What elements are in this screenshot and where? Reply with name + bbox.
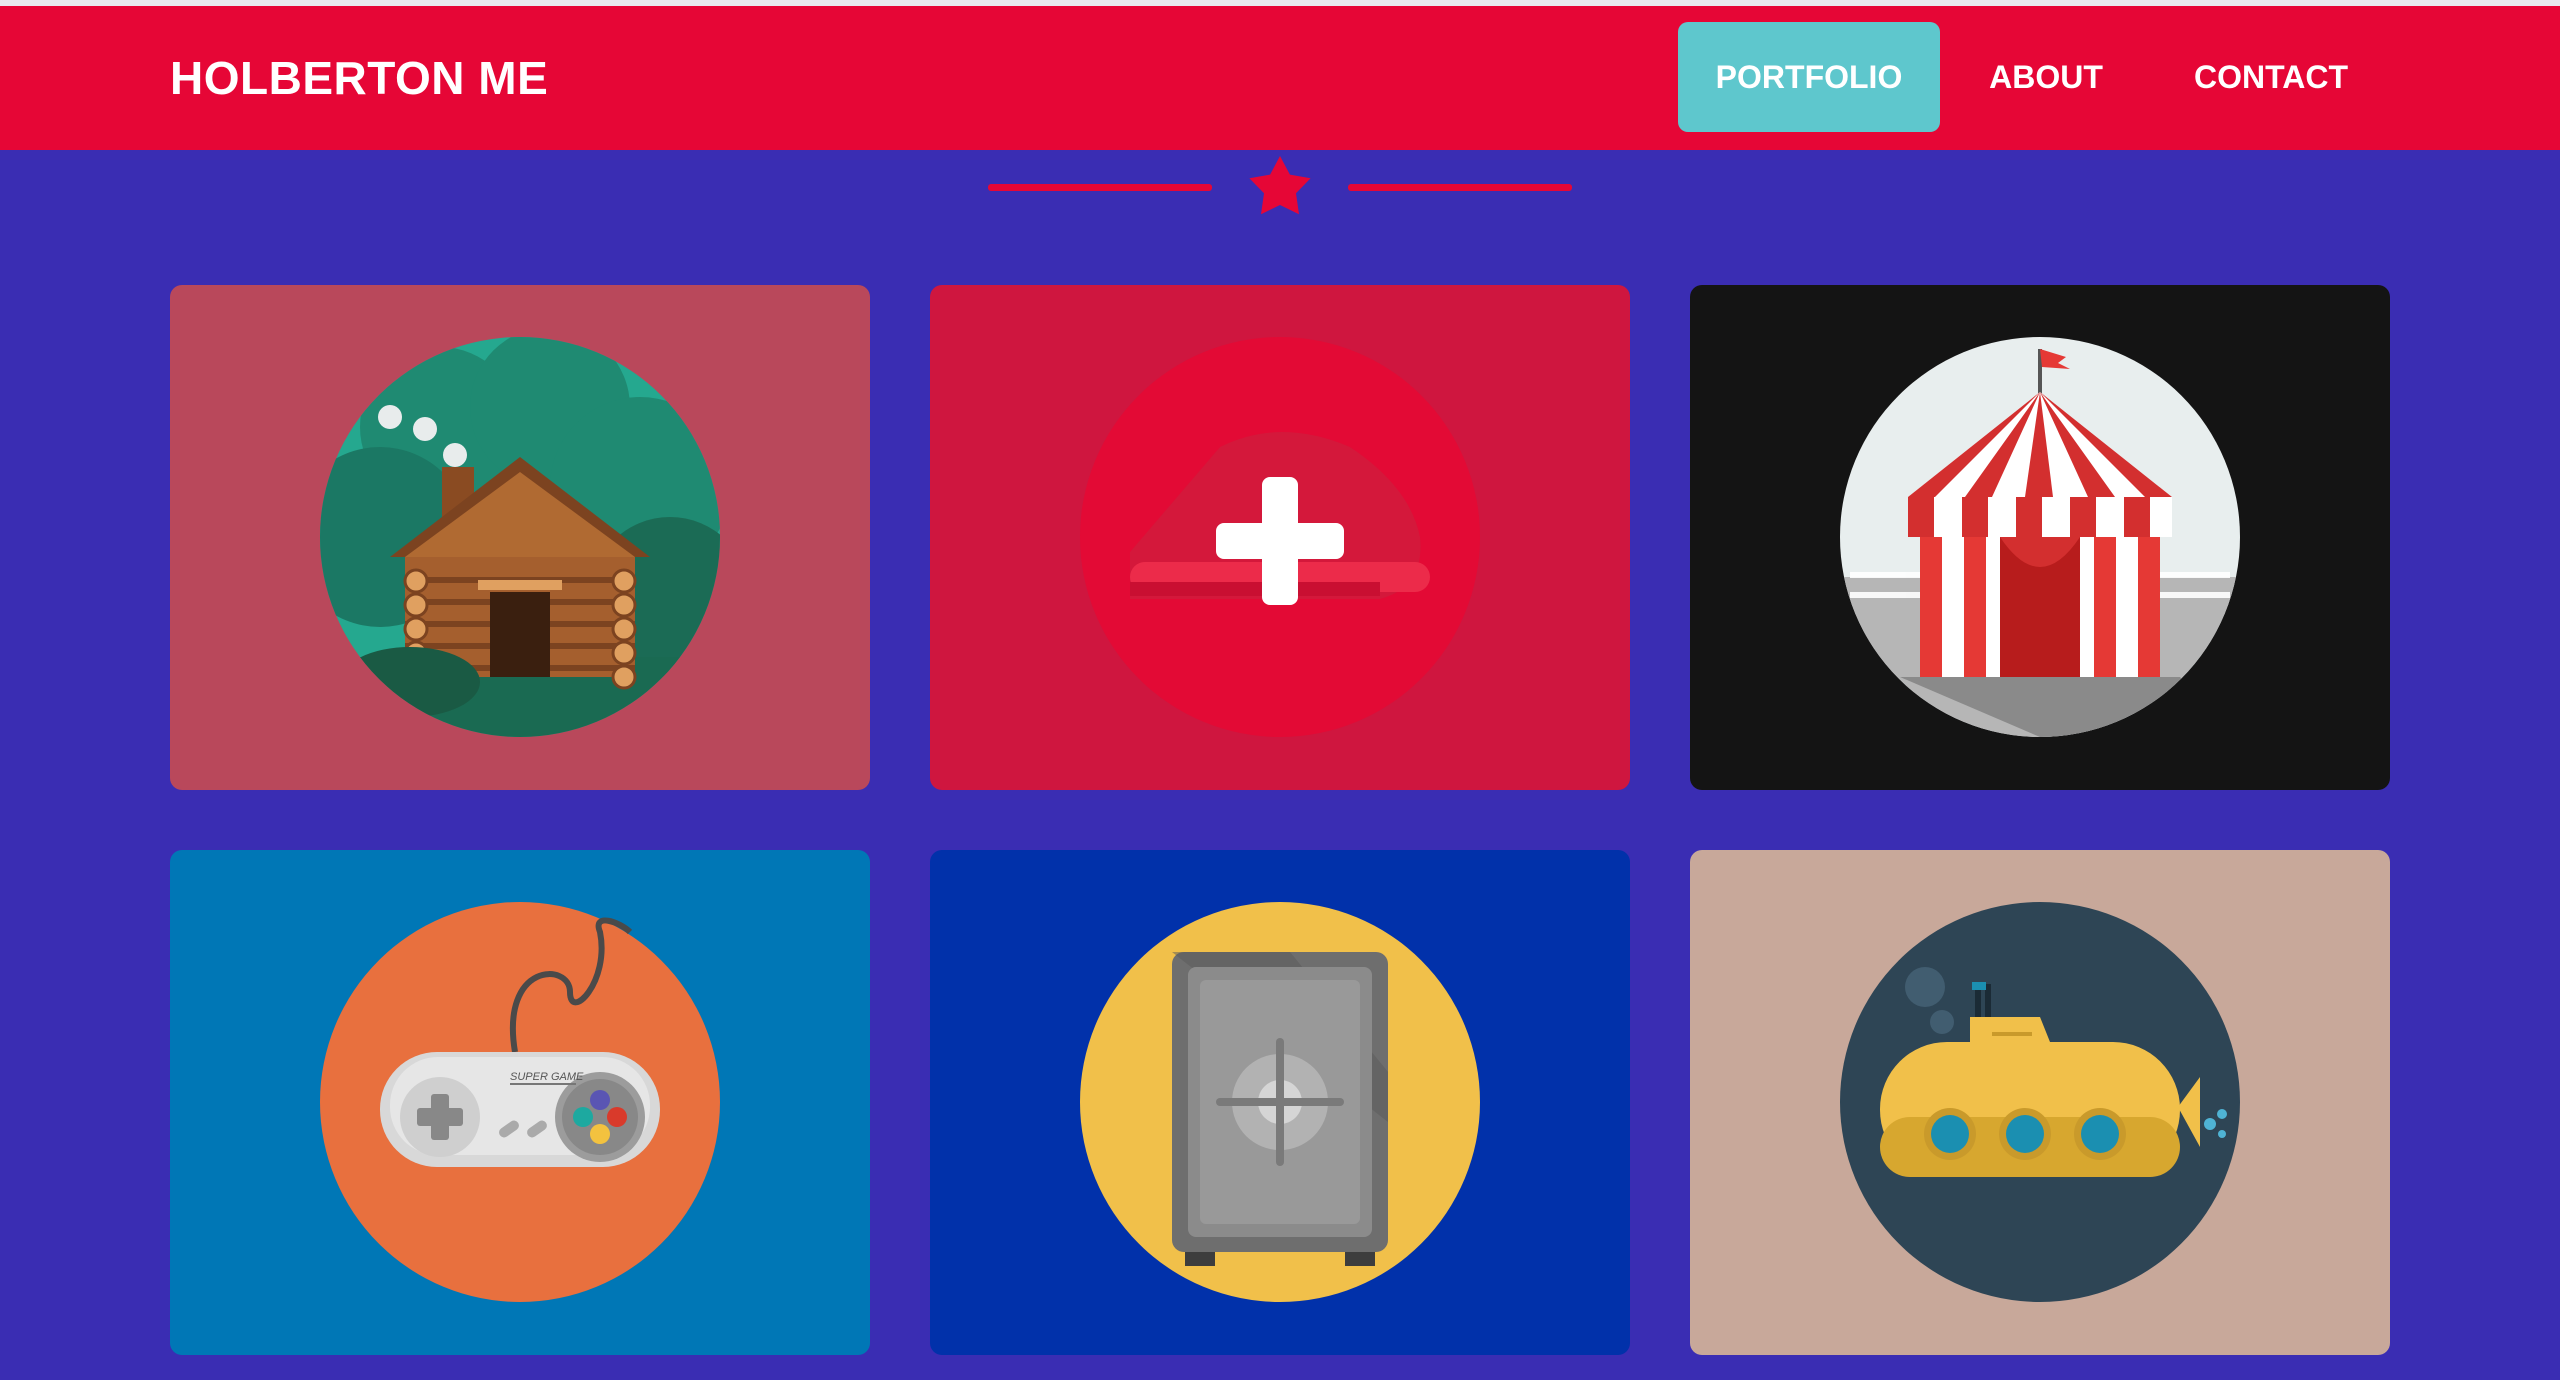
- brand-logo[interactable]: HOLBERTON ME: [170, 6, 548, 150]
- portfolio-tile-controller[interactable]: SUPER GAME: [170, 850, 870, 1355]
- cake-icon: [1080, 337, 1480, 737]
- nav-contact[interactable]: CONTACT: [2164, 22, 2378, 132]
- submarine-icon: [1840, 902, 2240, 1302]
- safe-icon: [1080, 902, 1480, 1302]
- circus-tent-icon: [1840, 337, 2240, 737]
- nav-portfolio[interactable]: PORTFOLIO: [1678, 22, 1940, 132]
- divider-line-left: [988, 184, 1212, 191]
- portfolio-tile-safe[interactable]: [930, 850, 1630, 1355]
- portfolio-tile-submarine[interactable]: [1690, 850, 2390, 1355]
- star-icon: [1249, 156, 1311, 215]
- navbar: HOLBERTON ME PORTFOLIO ABOUT CONTACT: [0, 6, 2560, 150]
- portfolio-tile-circus[interactable]: [1690, 285, 2390, 790]
- portfolio-tile-cake[interactable]: [930, 285, 1630, 790]
- controller-label: SUPER GAME: [510, 1071, 584, 1083]
- game-controller-icon: SUPER GAME: [320, 902, 720, 1302]
- star-divider: [988, 156, 1572, 215]
- divider-line-right: [1348, 184, 1572, 191]
- nav-about[interactable]: ABOUT: [1960, 22, 2132, 132]
- portfolio-tile-cabin[interactable]: [170, 285, 870, 790]
- cabin-icon: [320, 337, 720, 737]
